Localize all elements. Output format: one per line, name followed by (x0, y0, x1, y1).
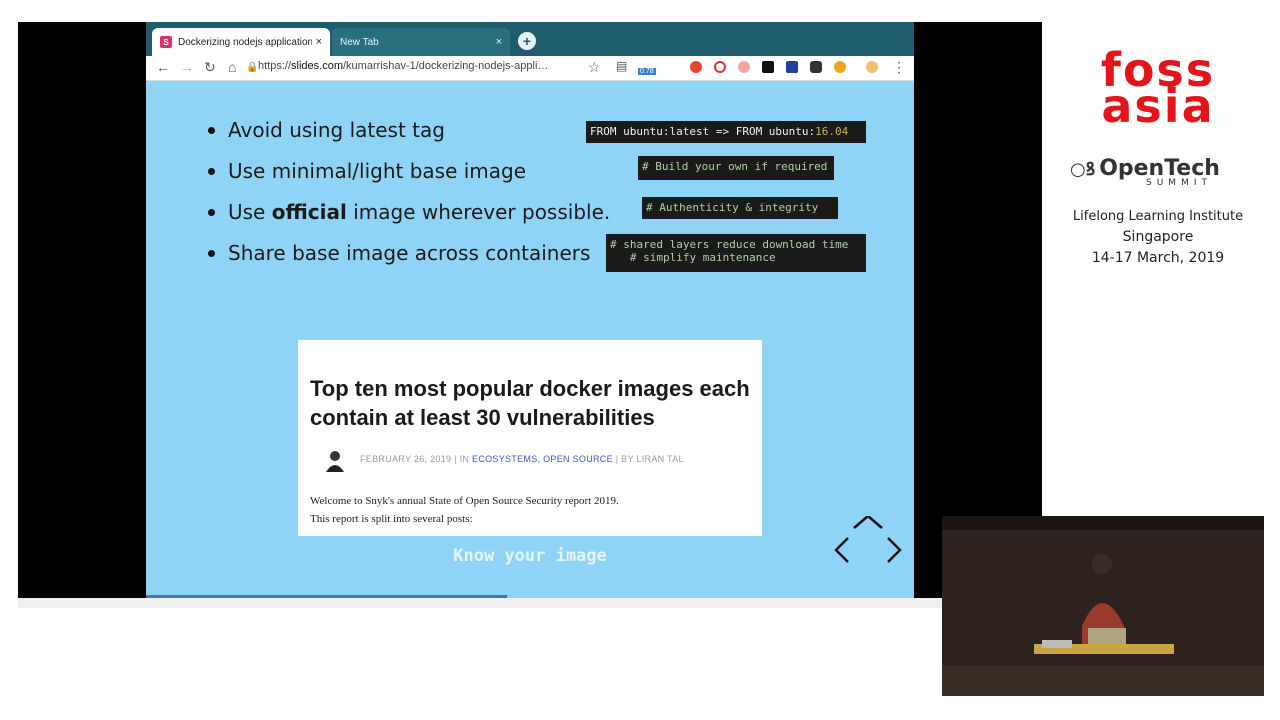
video-bottom-strip (18, 598, 1042, 608)
event-dates: 14-17 March, 2019 (1091, 250, 1225, 266)
code-snippet-from-ubuntu: FROM ubuntu:latest => FROM ubuntu:16.04 (586, 121, 866, 143)
article-author: | BY LIRAN TAL (615, 454, 684, 464)
tab-dockerizing[interactable]: S Dockerizing nodejs application × (152, 28, 330, 56)
bullet-text: Share base image across containers (228, 241, 591, 265)
slide-navigation-arrows-icon[interactable] (832, 516, 904, 570)
address-bar[interactable]: https://slides.com/kumarrishav-1/dockeri… (258, 60, 548, 72)
forward-arrow-icon[interactable]: → (180, 59, 194, 75)
tab-new-tab[interactable]: New Tab × (332, 28, 510, 56)
article-categories[interactable]: ECOSYSTEMS, OPEN SOURCE (472, 454, 613, 464)
code-comment-authenticity: # Authenticity & integrity (642, 197, 838, 219)
venue-city: Singapore (1122, 229, 1194, 245)
article-meta: FEBRUARY 26, 2019 | IN ECOSYSTEMS, OPEN … (360, 454, 684, 464)
author-avatar (326, 451, 344, 472)
close-icon[interactable]: × (496, 36, 502, 48)
home-icon[interactable]: ⌂ (228, 59, 236, 75)
tab-label: New Tab (340, 36, 379, 48)
venue-name: Lifelong Learning Institute (1072, 209, 1244, 224)
code-line: # shared layers reduce download time (610, 238, 849, 251)
opentech-summit-logo: ○ꝸ OpenTech SUMMIT (1070, 156, 1248, 188)
extension-badge: 0.78 (638, 68, 656, 75)
star-icon[interactable]: ☆ (588, 59, 601, 76)
speaker-scene (942, 516, 1264, 696)
avatar-icon[interactable] (866, 61, 878, 73)
slide-caption: Know your image (453, 546, 607, 566)
summit-wordmark: SUMMIT (1146, 178, 1212, 188)
bullet-item: Share base image across containers (206, 239, 610, 280)
code-comment-shared-layers: # shared layers reduce download time # s… (606, 234, 866, 272)
bullet-text: Use (228, 200, 272, 224)
code-comment-build: # Build your own if required (638, 156, 834, 180)
tab-bar: S Dockerizing nodejs application × New T… (146, 22, 914, 56)
bullet-text: Use minimal/light base image (228, 159, 527, 183)
article-paragraph: This report is split into several posts: (310, 513, 473, 525)
extension-dark-icon[interactable] (762, 61, 774, 73)
slide-bullet-list: Avoid using latest tag Use minimal/light… (206, 116, 610, 280)
speaker-camera-feed (942, 516, 1264, 696)
extension-blue-icon[interactable] (786, 61, 798, 73)
slides-favicon-icon: S (160, 36, 172, 48)
close-icon[interactable]: × (316, 36, 322, 48)
back-arrow-icon[interactable]: ← (156, 59, 170, 75)
fossasia-logo: foss asia (1068, 47, 1248, 133)
slide-progress-bar (146, 595, 507, 598)
reload-icon[interactable]: ↻ (204, 59, 216, 76)
bullet-item: Use official image wherever possible. (206, 198, 610, 239)
new-tab-button[interactable]: + (518, 32, 536, 50)
article-date: FEBRUARY 26, 2019 (360, 454, 452, 464)
article-screenshot: Top ten most popular docker images each … (298, 340, 762, 536)
printer-icon[interactable]: ▤ (616, 59, 627, 73)
extension-pink-icon[interactable] (738, 61, 750, 73)
code-text: FROM ubuntu:latest => FROM ubuntu: (590, 125, 816, 138)
menu-dots-icon[interactable]: ⋮ (892, 59, 906, 76)
article-in-label: | IN (454, 454, 472, 464)
url-scheme: https:// (258, 60, 292, 72)
url-host: slides.com (291, 60, 343, 72)
article-title: Top ten most popular docker images each … (310, 376, 750, 430)
bullet-text: Avoid using latest tag (228, 118, 445, 142)
bullet-emphasis: official (271, 200, 347, 224)
bullet-item: Use minimal/light base image (206, 157, 610, 198)
code-version: 16.04 (815, 125, 849, 138)
logo-asia: asia (1101, 79, 1215, 133)
extension-orange-icon[interactable] (834, 61, 846, 73)
url-path: /kumarrishav-1/dockerizing-nodejs-appli… (343, 60, 549, 72)
browser-window: S Dockerizing nodejs application × New T… (146, 22, 914, 598)
article-paragraph: Welcome to Snyk's annual State of Open S… (310, 495, 619, 507)
bullet-item: Avoid using latest tag (206, 116, 610, 157)
extension-red-icon[interactable] (690, 61, 702, 73)
lock-icon: 🔒 (246, 62, 259, 73)
event-venue-info: Lifelong Learning Institute Singapore 14… (1062, 206, 1254, 269)
pocket-icon[interactable] (810, 61, 822, 73)
extension-ring-icon[interactable] (714, 61, 726, 73)
tab-label: Dockerizing nodejs application (178, 36, 312, 48)
opentech-mark-icon: ○ꝸ (1070, 159, 1096, 180)
code-line: # simplify maintenance (610, 251, 776, 264)
browser-toolbar: ← → ↻ ⌂ 🔒 https://slides.com/kumarrishav… (146, 56, 914, 81)
bullet-text: image wherever possible. (346, 200, 611, 224)
